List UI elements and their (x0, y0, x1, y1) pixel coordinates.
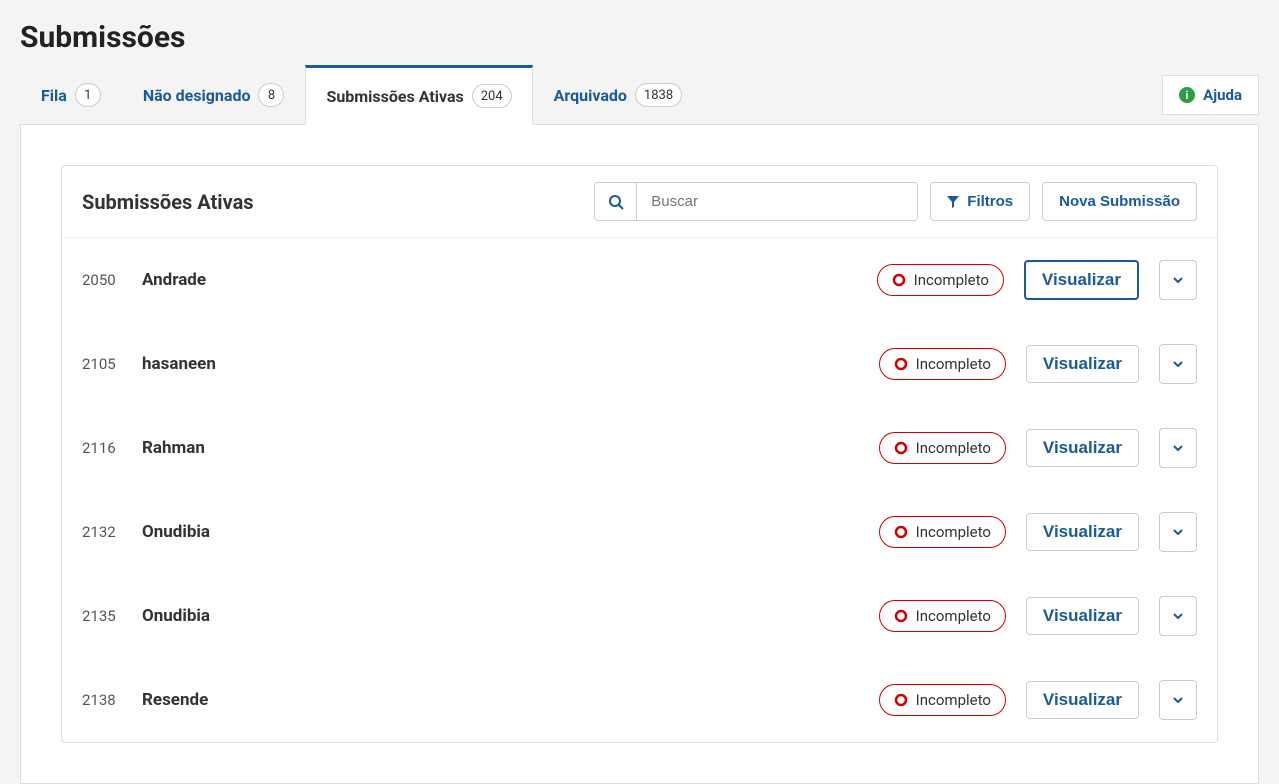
view-button[interactable]: Visualizar (1026, 345, 1139, 383)
tab-label: Fila (41, 86, 67, 105)
tab-label: Não designado (143, 86, 251, 105)
new-submission-button[interactable]: Nova Submissão (1042, 182, 1197, 221)
chevron-down-icon (1172, 358, 1184, 370)
circle-icon (894, 693, 908, 707)
info-icon: i (1179, 87, 1195, 103)
row-actions-dropdown[interactable] (1159, 680, 1197, 720)
status-badge: Incompleto (879, 684, 1006, 716)
submissions-panel: Submissões Ativas Filtros Nova Submissão (61, 165, 1218, 743)
submission-author: Resende (142, 690, 859, 710)
view-button[interactable]: Visualizar (1026, 513, 1139, 551)
help-button[interactable]: i Ajuda (1162, 75, 1259, 115)
tab-nao-designado[interactable]: Não designado 8 (122, 66, 306, 124)
submission-author: Rahman (142, 438, 859, 458)
table-row: 2138 Resende Incompleto Visualizar (62, 658, 1217, 742)
tab-submissoes-ativas[interactable]: Submissões Ativas 204 (305, 65, 532, 125)
chevron-down-icon (1172, 442, 1184, 454)
row-actions-dropdown[interactable] (1159, 260, 1197, 300)
view-button[interactable]: Visualizar (1026, 429, 1139, 467)
submission-id: 2138 (82, 691, 122, 709)
table-row: 2105 hasaneen Incompleto Visualizar (62, 322, 1217, 406)
row-actions-dropdown[interactable] (1159, 428, 1197, 468)
circle-icon (894, 441, 908, 455)
chevron-down-icon (1172, 610, 1184, 622)
tabs-bar: Fila 1 Não designado 8 Submissões Ativas… (0, 65, 1279, 125)
status-badge: Incompleto (879, 516, 1006, 548)
status-text: Incompleto (916, 355, 991, 373)
circle-icon (894, 525, 908, 539)
panel-title: Submissões Ativas (82, 190, 582, 214)
search-button[interactable] (595, 183, 637, 220)
filters-label: Filtros (967, 193, 1013, 210)
chevron-down-icon (1172, 694, 1184, 706)
submission-author: Onudibia (142, 606, 859, 626)
search-icon (608, 194, 624, 210)
search-group (594, 182, 918, 221)
help-label: Ajuda (1203, 86, 1242, 104)
circle-icon (892, 273, 906, 287)
status-badge: Incompleto (879, 600, 1006, 632)
row-actions-dropdown[interactable] (1159, 512, 1197, 552)
submission-id: 2105 (82, 355, 122, 373)
new-submission-label: Nova Submissão (1059, 193, 1180, 210)
view-button[interactable]: Visualizar (1026, 597, 1139, 635)
status-text: Incompleto (914, 271, 989, 289)
submission-id: 2132 (82, 523, 122, 541)
tab-arquivado[interactable]: Arquivado 1838 (533, 66, 704, 124)
submission-id: 2050 (82, 271, 122, 289)
row-actions-dropdown[interactable] (1159, 344, 1197, 384)
status-text: Incompleto (916, 523, 991, 541)
table-row: 2116 Rahman Incompleto Visualizar (62, 406, 1217, 490)
status-text: Incompleto (916, 439, 991, 457)
page-title: Submissões (0, 0, 1279, 65)
status-badge: Incompleto (879, 432, 1006, 464)
chevron-down-icon (1172, 274, 1184, 286)
status-text: Incompleto (916, 607, 991, 625)
submission-author: Andrade (142, 270, 857, 290)
view-button[interactable]: Visualizar (1024, 260, 1139, 300)
panel-header: Submissões Ativas Filtros Nova Submissão (62, 166, 1217, 238)
circle-icon (894, 357, 908, 371)
submission-author: hasaneen (142, 354, 859, 374)
row-actions-dropdown[interactable] (1159, 596, 1197, 636)
tab-count-badge: 1838 (635, 83, 682, 107)
table-row: 2132 Onudibia Incompleto Visualizar (62, 490, 1217, 574)
status-badge: Incompleto (879, 348, 1006, 380)
submission-author: Onudibia (142, 522, 859, 542)
search-input[interactable] (637, 183, 917, 220)
filters-button[interactable]: Filtros (930, 182, 1030, 221)
tab-count-badge: 1 (75, 83, 101, 107)
submission-id: 2116 (82, 439, 122, 457)
status-badge: Incompleto (877, 264, 1004, 296)
status-text: Incompleto (916, 691, 991, 709)
tab-fila[interactable]: Fila 1 (20, 66, 122, 124)
table-row: 2135 Onudibia Incompleto Visualizar (62, 574, 1217, 658)
filter-icon (947, 196, 959, 208)
content-panel: Submissões Ativas Filtros Nova Submissão (20, 124, 1259, 784)
table-row: 2050 Andrade Incompleto Visualizar (62, 238, 1217, 322)
chevron-down-icon (1172, 526, 1184, 538)
svg-text:i: i (1186, 89, 1189, 102)
tab-label: Arquivado (554, 86, 627, 105)
submission-id: 2135 (82, 607, 122, 625)
tab-label: Submissões Ativas (326, 87, 463, 106)
tab-count-badge: 204 (472, 84, 512, 108)
view-button[interactable]: Visualizar (1026, 681, 1139, 719)
circle-icon (894, 609, 908, 623)
submissions-list: 2050 Andrade Incompleto Visualizar 2105 hasan… (62, 238, 1217, 742)
tab-count-badge: 8 (258, 83, 284, 107)
